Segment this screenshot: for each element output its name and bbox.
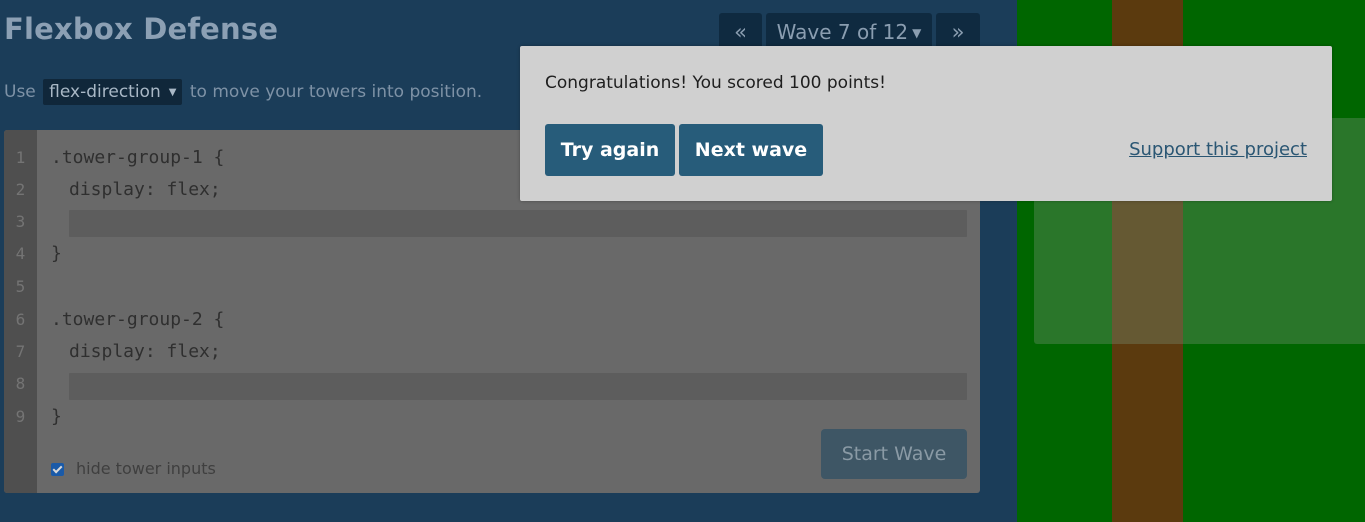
line-number: 2 [15, 180, 26, 199]
caret-down-icon: ▼ [168, 87, 177, 98]
line-number: 5 [15, 277, 26, 296]
code-line: } [51, 243, 62, 264]
code-line: display: flex; [69, 179, 221, 200]
wave-select-label: Wave 7 of 12 [776, 20, 909, 44]
line-number: 6 [15, 310, 26, 329]
code-line: display: flex; [69, 341, 221, 362]
support-link[interactable]: Support this project [1129, 139, 1307, 160]
instructions-suffix: to move your towers into position. [189, 82, 483, 102]
next-wave-button[interactable]: Next wave [679, 124, 823, 176]
instructions-prefix: Use [4, 82, 36, 102]
line-number: 9 [15, 407, 26, 426]
line-number-gutter: 1 2 3 4 5 6 7 8 9 [4, 130, 37, 493]
code-line: .tower-group-2 { [51, 309, 225, 330]
hide-inputs-label: hide tower inputs [76, 459, 216, 478]
line-number: 3 [15, 212, 26, 231]
start-wave-button[interactable]: Start Wave [821, 429, 967, 479]
instructions: Use flex-direction ▼ to move your towers … [4, 79, 482, 105]
checkbox-checked-icon[interactable] [51, 463, 64, 476]
caret-down-icon: ▼ [912, 26, 922, 40]
page-title: Flexbox Defense [4, 12, 279, 46]
property-dropdown[interactable]: flex-direction ▼ [43, 79, 183, 105]
result-modal: Congratulations! You scored 100 points! … [520, 46, 1332, 201]
code-line: } [51, 406, 62, 427]
hide-inputs-toggle[interactable]: hide tower inputs [51, 457, 216, 481]
tower-group-1-input[interactable] [69, 210, 967, 237]
try-again-button[interactable]: Try again [545, 124, 675, 176]
line-number: 7 [15, 342, 26, 361]
tower-group-2-input[interactable] [69, 373, 967, 400]
line-number: 1 [15, 148, 26, 167]
line-number: 4 [15, 244, 26, 263]
line-number: 8 [15, 374, 26, 393]
result-message: Congratulations! You scored 100 points! [545, 73, 886, 93]
code-line: .tower-group-1 { [51, 147, 225, 168]
property-dropdown-label: flex-direction [49, 82, 161, 102]
